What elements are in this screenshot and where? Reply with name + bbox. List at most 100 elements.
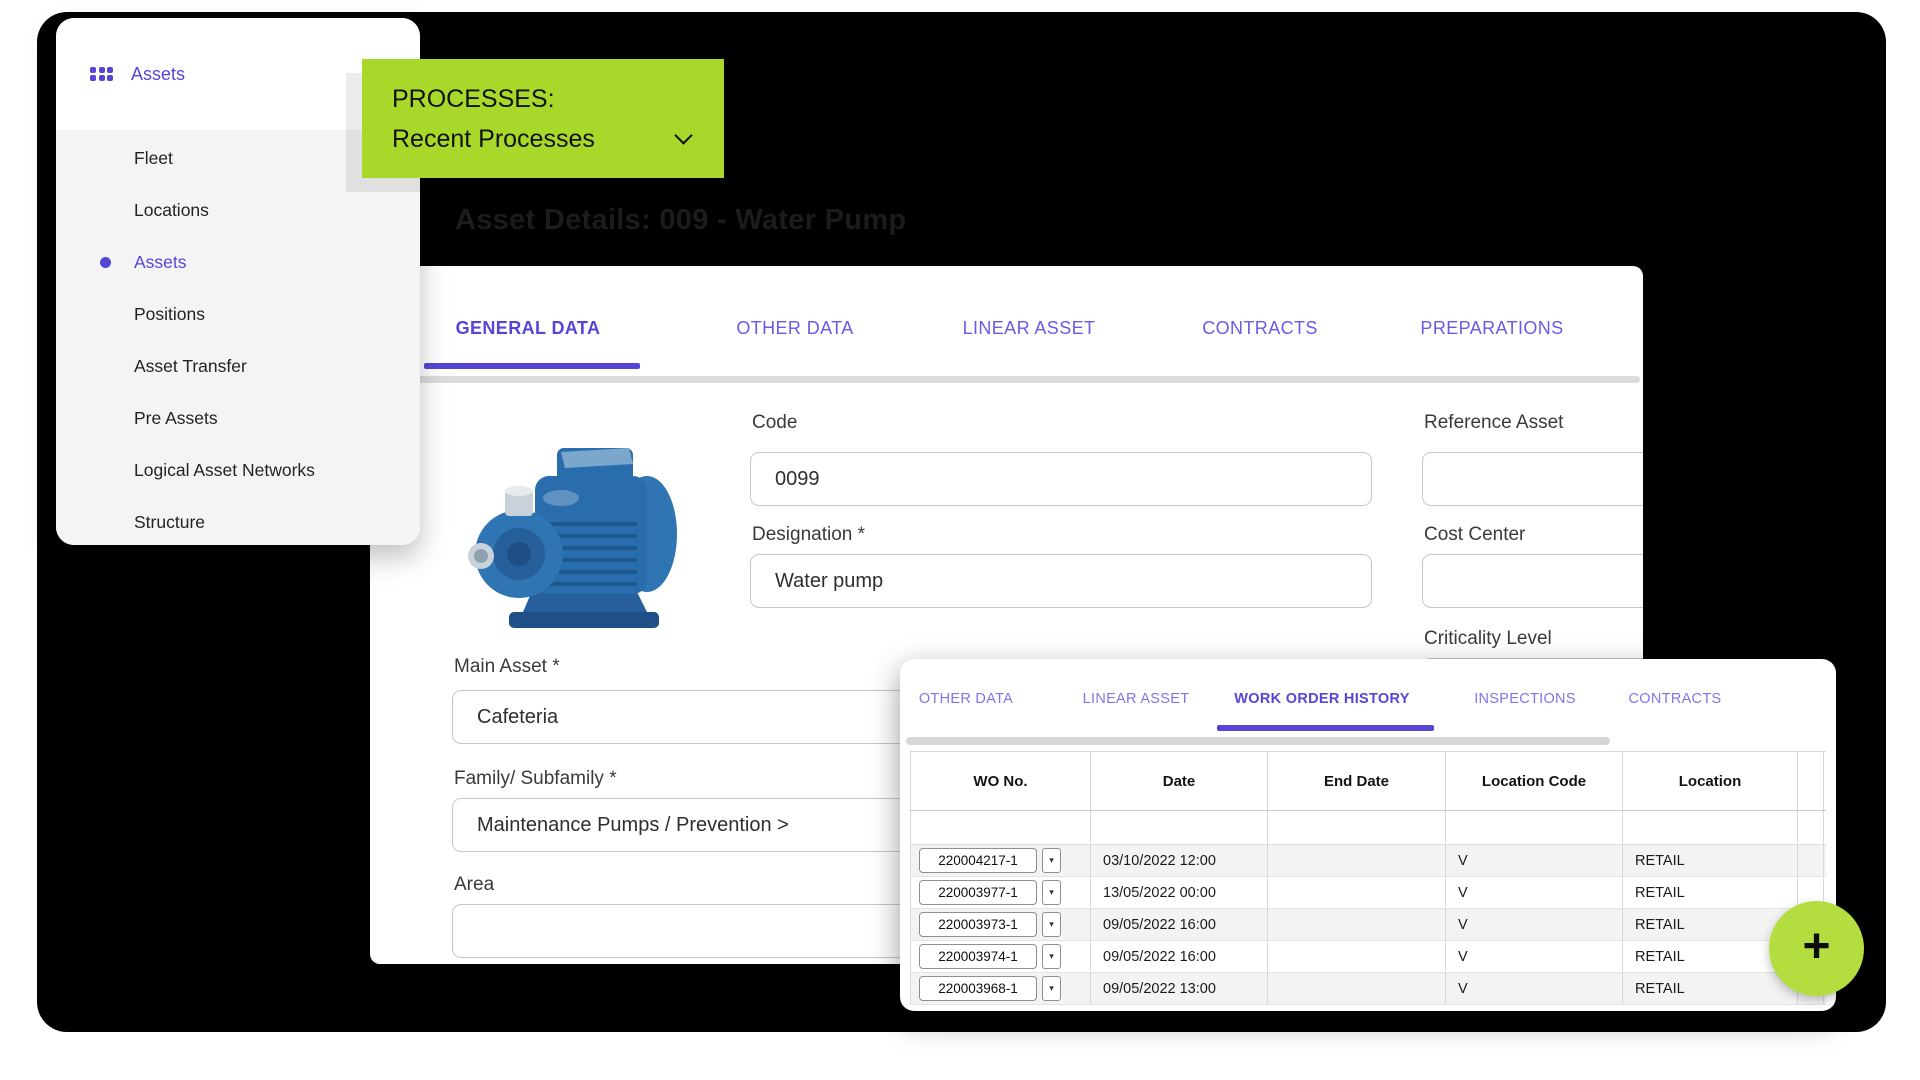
end-date-cell — [1268, 877, 1446, 908]
sidebar-item-pre-assets[interactable]: Pre Assets — [56, 392, 420, 444]
main-asset-input-value: Cafeteria — [477, 705, 559, 728]
wo-number-cell: 220003973-1 ▾ — [910, 909, 1091, 940]
location-code-cell: V — [1446, 845, 1623, 876]
history-tab-linear-asset[interactable]: LINEAR ASSET — [1083, 691, 1190, 707]
tab-contracts[interactable]: CONTRACTS — [1202, 318, 1318, 339]
filter-cell[interactable] — [1798, 811, 1824, 844]
history-tab-contracts[interactable]: CONTRACTS — [1629, 691, 1722, 707]
table-row: 220003968-1 ▾ 09/05/2022 13:00 V RETAIL — [910, 973, 1826, 1005]
tab-preparations[interactable]: PREPARATIONS — [1420, 318, 1563, 339]
main-panel-scrollbar[interactable] — [373, 376, 1640, 383]
asset-photo-water-pump — [465, 406, 688, 654]
date-cell: 09/05/2022 16:00 — [1091, 941, 1268, 972]
table-row: 220003973-1 ▾ 09/05/2022 16:00 V RETAIL — [910, 909, 1826, 941]
filter-cell[interactable] — [1623, 811, 1798, 844]
wo-dropdown-button[interactable]: ▾ — [1042, 976, 1061, 1001]
sidebar-item-assets[interactable]: Assets — [56, 236, 420, 288]
designation-input-value: Water pump — [775, 569, 884, 592]
designation-field-label: Designation * — [752, 524, 866, 545]
plus-icon: + — [1802, 919, 1831, 973]
date-cell: 13/05/2022 00:00 — [1091, 877, 1268, 908]
sidebar-item-positions[interactable]: Positions — [56, 288, 420, 340]
main-tab-bar: GENERAL DATA OTHER DATA LINEAR ASSET CONTRA… — [370, 266, 1643, 366]
wo-dropdown-button[interactable]: ▾ — [1042, 912, 1061, 937]
row-spacer-cell — [1798, 845, 1824, 876]
history-horizontal-scrollbar[interactable] — [906, 737, 1610, 745]
cost-center-input[interactable] — [1422, 554, 1643, 608]
wo-number-cell: 220003974-1 ▾ — [910, 941, 1091, 972]
history-tab-work-order-history[interactable]: WORK ORDER HISTORY — [1234, 691, 1409, 707]
sidebar-item-label: Asset Transfer — [134, 355, 247, 376]
end-date-cell — [1268, 845, 1446, 876]
table-row: 220003974-1 ▾ 09/05/2022 16:00 V RETAIL — [910, 941, 1826, 973]
wo-number-link[interactable]: 220003977-1 — [919, 880, 1037, 905]
recent-processes-dropdown[interactable]: PROCESSES: Recent Processes — [362, 59, 724, 178]
location-cell: RETAIL — [1623, 845, 1798, 876]
family-subfamily-field-label: Family/ Subfamily * — [454, 768, 617, 789]
active-item-bullet-icon — [100, 256, 111, 268]
wo-dropdown-button[interactable]: ▾ — [1042, 944, 1061, 969]
sidebar-item-label: Pre Assets — [134, 407, 218, 428]
column-header-end-date: End Date — [1268, 752, 1446, 810]
tab-linear-asset[interactable]: LINEAR ASSET — [963, 318, 1096, 339]
filter-cell[interactable] — [910, 811, 1091, 844]
column-header-wo-no: WO No. — [910, 752, 1091, 810]
wo-number-cell: 220003977-1 ▾ — [910, 877, 1091, 908]
reference-asset-input[interactable] — [1422, 452, 1643, 506]
filter-cell[interactable] — [1268, 811, 1446, 844]
sidebar-item-logical-asset-networks[interactable]: Logical Asset Networks — [56, 444, 420, 496]
wo-dropdown-button[interactable]: ▾ — [1042, 880, 1061, 905]
reference-asset-field-label: Reference Asset — [1424, 412, 1564, 433]
caret-down-icon: ▾ — [1049, 951, 1054, 961]
designation-input[interactable]: Water pump — [750, 554, 1372, 608]
caret-down-icon: ▾ — [1049, 919, 1054, 929]
date-cell: 09/05/2022 16:00 — [1091, 909, 1268, 940]
location-code-cell: V — [1446, 877, 1623, 908]
filter-cell[interactable] — [1091, 811, 1268, 844]
wo-number-link[interactable]: 220004217-1 — [919, 848, 1037, 873]
sidebar-item-label: Assets — [134, 251, 187, 272]
add-button[interactable]: + — [1769, 901, 1864, 996]
column-header-location-code: Location Code — [1446, 752, 1623, 810]
sidebar-item-asset-transfer[interactable]: Asset Transfer — [56, 340, 420, 392]
code-input[interactable]: 0099 — [750, 452, 1372, 506]
location-cell: RETAIL — [1623, 877, 1798, 908]
table-row: 220003977-1 ▾ 13/05/2022 00:00 V RETAIL — [910, 877, 1826, 909]
column-header-spacer — [1798, 752, 1824, 810]
location-code-cell: V — [1446, 909, 1623, 940]
date-cell: 09/05/2022 13:00 — [1091, 973, 1268, 1004]
code-input-value: 0099 — [775, 467, 820, 490]
wo-number-link[interactable]: 220003968-1 — [919, 976, 1037, 1001]
apps-grid-icon — [90, 66, 113, 82]
recent-processes-label: Recent Processes — [392, 125, 595, 153]
page-title: Asset Details: 009 - Water Pump — [455, 204, 907, 236]
work-order-history-panel: OTHER DATA LINEAR ASSET WORK ORDER HISTORY… — [900, 659, 1836, 1011]
sidebar-item-locations[interactable]: Locations — [56, 184, 420, 236]
wo-number-cell: 220003968-1 ▾ — [910, 973, 1091, 1004]
location-code-cell: V — [1446, 973, 1623, 1004]
assets-menu-items: Fleet Locations Assets Positions Asset Trans… — [56, 130, 420, 545]
code-field-label: Code — [752, 412, 798, 433]
wo-number-link[interactable]: 220003974-1 — [919, 944, 1037, 969]
location-code-cell: V — [1446, 941, 1623, 972]
history-tab-other-data[interactable]: OTHER DATA — [919, 691, 1013, 707]
processes-label: PROCESSES: — [392, 85, 555, 113]
table-row: 220004217-1 ▾ 03/10/2022 12:00 V RETAIL — [910, 845, 1826, 877]
caret-down-icon: ▾ — [1049, 855, 1054, 865]
tab-other-data[interactable]: OTHER DATA — [736, 318, 853, 339]
column-header-location: Location — [1623, 752, 1798, 810]
sidebar-item-label: Structure — [134, 511, 205, 532]
table-filter-row — [910, 811, 1826, 845]
filter-cell[interactable] — [1446, 811, 1623, 844]
date-cell: 03/10/2022 12:00 — [1091, 845, 1268, 876]
wo-dropdown-button[interactable]: ▾ — [1042, 848, 1061, 873]
history-tab-inspections[interactable]: INSPECTIONS — [1474, 691, 1576, 707]
end-date-cell — [1268, 909, 1446, 940]
wo-number-link[interactable]: 220003973-1 — [919, 912, 1037, 937]
tab-general-data[interactable]: GENERAL DATA — [456, 318, 601, 339]
family-subfamily-input-value: Maintenance Pumps / Prevention > — [477, 813, 789, 836]
sidebar-item-structure[interactable]: Structure — [56, 496, 420, 545]
sidebar-item-label: Locations — [134, 199, 209, 220]
end-date-cell — [1268, 941, 1446, 972]
sidebar-item-label: Logical Asset Networks — [134, 459, 315, 480]
